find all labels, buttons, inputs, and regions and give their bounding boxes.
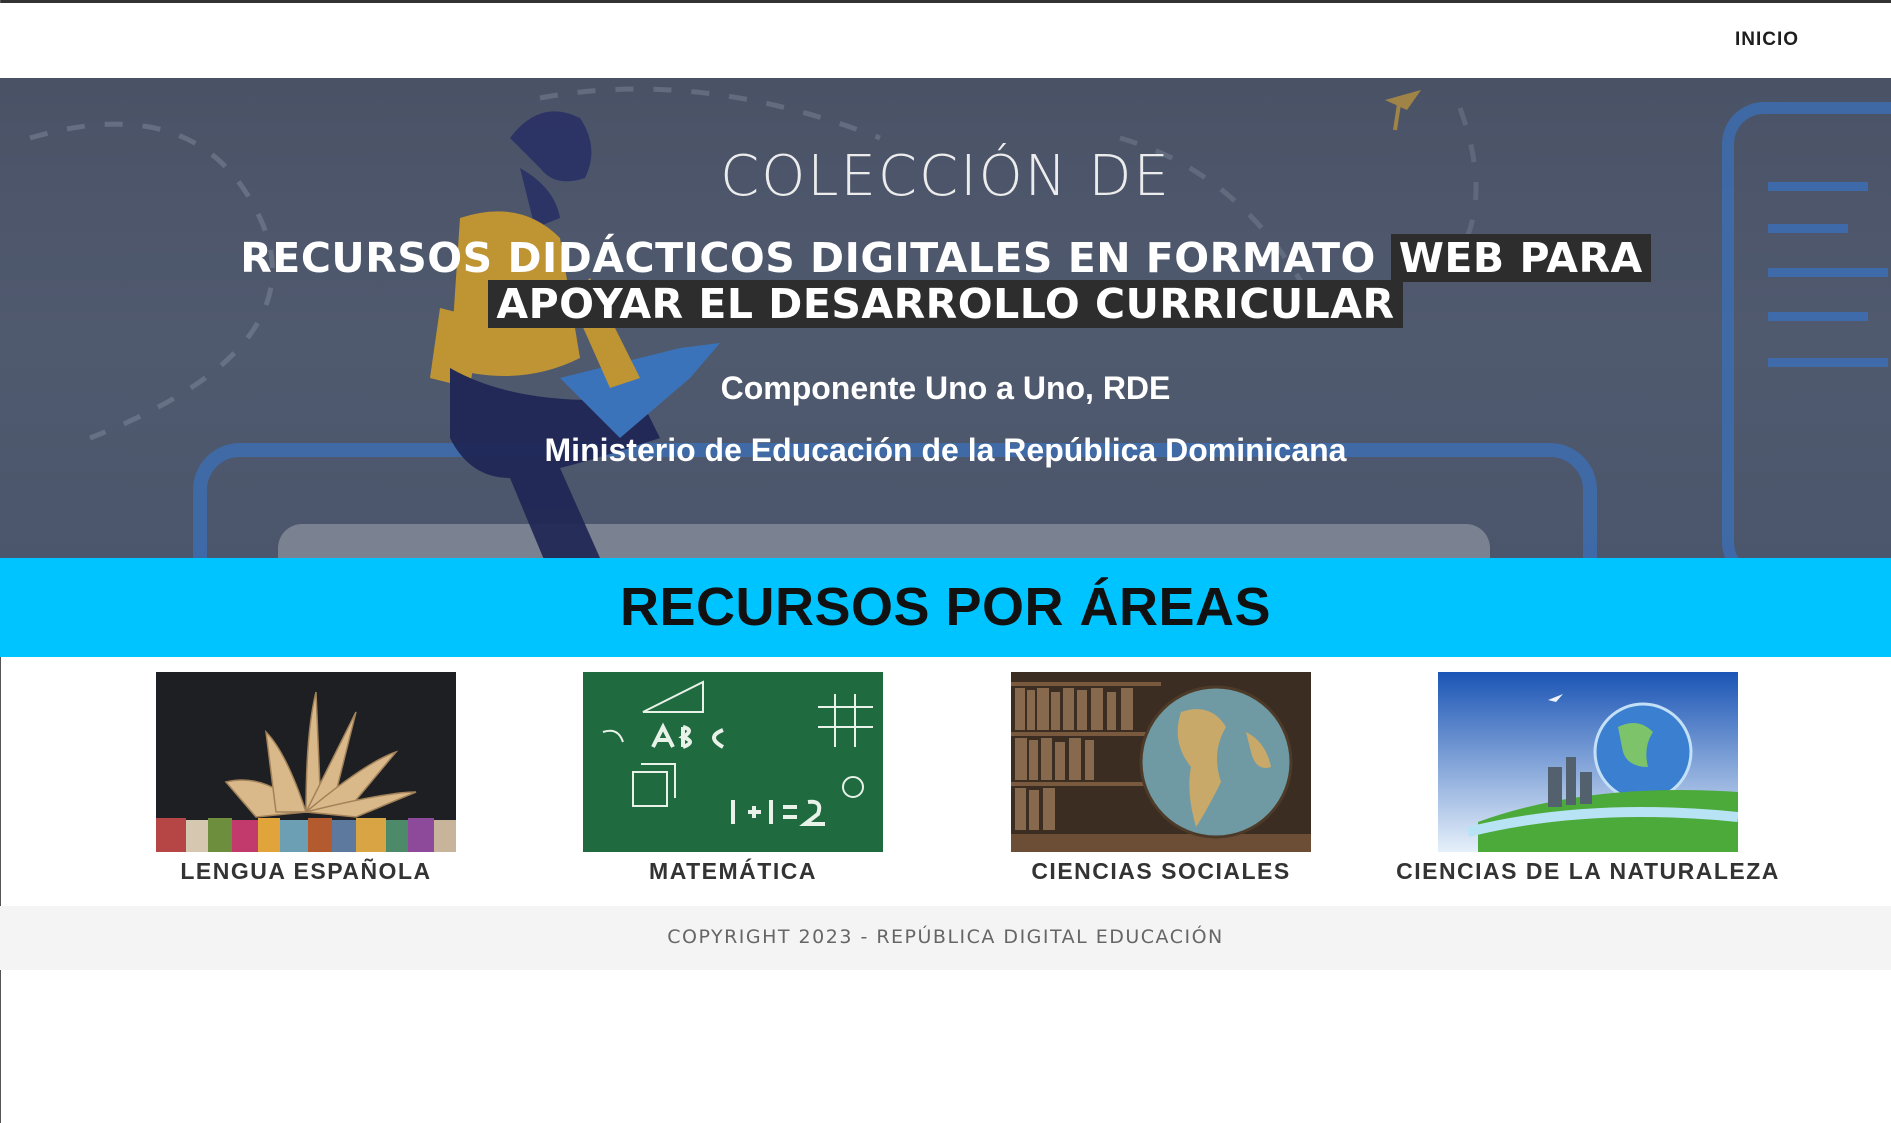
hero-title-plain: RECURSOS DIDÁCTICOS DIGITALES EN FORMATO [240, 234, 1391, 282]
hero-subtitle-component: Componente Uno a Uno, RDE [720, 370, 1171, 406]
footer-copyright: COPYRIGHT 2023 - REPÚBLICA DIGITAL EDUCA… [667, 926, 1224, 948]
area-label-matematica: MATEMÁTICA [649, 858, 817, 884]
area-card-lengua-espanola[interactable]: LENGUA ESPAÑOLA [156, 672, 456, 885]
areas-section-header: RECURSOS POR ÁREAS [0, 558, 1891, 657]
chalkboard-math-image [583, 672, 883, 852]
hero-banner: COLECCIÓN DE RECURSOS DIDÁCTICOS DIGITAL… [0, 78, 1891, 558]
area-label-ciencias-sociales: CIENCIAS SOCIALES [1031, 858, 1291, 884]
page-footer: COPYRIGHT 2023 - REPÚBLICA DIGITAL EDUCA… [0, 906, 1891, 970]
earth-nature-image [1438, 672, 1738, 852]
top-navigation-bar: INICIO [0, 3, 1891, 78]
area-label-ciencias-naturaleza: CIENCIAS DE LA NATURALEZA [1396, 858, 1780, 884]
nav-link-inicio[interactable]: INICIO [1735, 29, 1799, 51]
hero-subtitle-ministry: Ministerio de Educación de la República … [544, 432, 1347, 468]
area-card-matematica[interactable]: MATEMÁTICA [583, 672, 883, 885]
hero-kicker: COLECCIÓN DE [720, 144, 1171, 209]
area-card-ciencias-sociales[interactable]: CIENCIAS SOCIALES [1011, 672, 1311, 885]
globe-library-image [1011, 672, 1311, 852]
books-image [156, 672, 456, 852]
area-label-lengua-espanola: LENGUA ESPAÑOLA [180, 858, 432, 884]
hero-title: RECURSOS DIDÁCTICOS DIGITALES EN FORMATO… [150, 234, 1741, 328]
hero-text-block: COLECCIÓN DE RECURSOS DIDÁCTICOS DIGITAL… [0, 78, 1891, 558]
areas-section-title: RECURSOS POR ÁREAS [619, 577, 1272, 637]
area-card-ciencias-naturaleza[interactable]: CIENCIAS DE LA NATURALEZA [1396, 672, 1778, 885]
